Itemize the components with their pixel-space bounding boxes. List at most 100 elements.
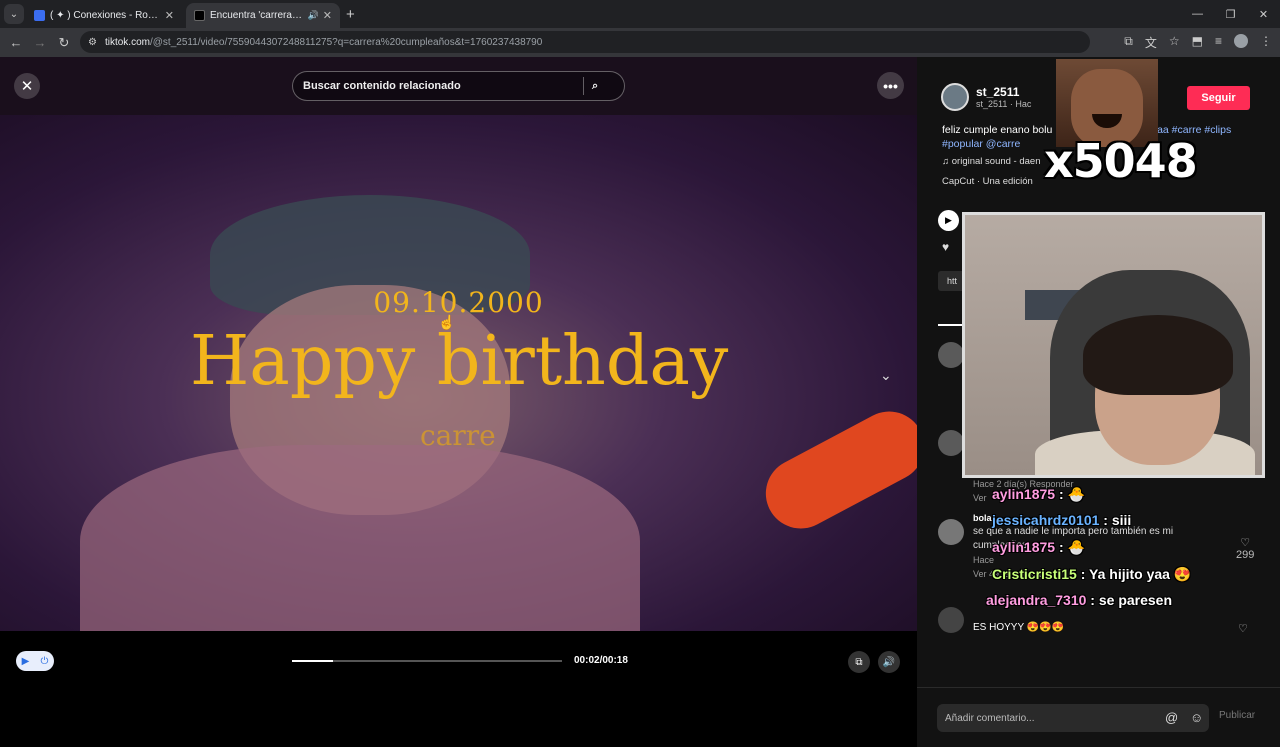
multiplier-overlay: x5048 — [1044, 134, 1198, 188]
comment-like-count: 299 — [1236, 549, 1255, 561]
chat-sep: : — [1055, 539, 1068, 555]
related-search-box[interactable]: ⌕ — [292, 71, 625, 101]
video-player[interactable]: 09.10.2000 Happy birthday carre ✕ ⌕ ••• … — [0, 57, 917, 687]
author-subtitle: st_2511 · Hac — [976, 99, 1032, 109]
chat-text: Ya hijito yaa 😍 — [1089, 566, 1192, 582]
chat-sep: : — [1055, 486, 1068, 502]
app-badge[interactable]: ▶ ⏻ — [16, 651, 54, 671]
search-icon[interactable]: ⌕ — [592, 80, 598, 93]
progress-bar[interactable] — [292, 660, 562, 662]
bookmark-star-icon[interactable]: ☆ — [1169, 34, 1180, 51]
comment-avatar[interactable] — [938, 607, 964, 633]
chat-text: 🐣 — [1067, 539, 1085, 555]
power-badge-icon: ⏻ — [40, 655, 49, 667]
reload-icon[interactable]: ↻ — [52, 35, 76, 51]
chat-text: se paresen — [1098, 592, 1173, 608]
chat-sep: : — [1086, 592, 1099, 608]
time-display: 00:02/00:18 — [574, 655, 628, 666]
chat-sep: : — [1099, 512, 1112, 528]
last-comment-text: ES HOYYY 😍😍😍 — [973, 622, 1065, 633]
heart-icon[interactable]: ♥ — [942, 240, 949, 254]
chat-text: 🐣 — [1067, 486, 1085, 502]
follow-button[interactable]: Seguir — [1187, 86, 1250, 110]
site-info-icon[interactable]: ⚙ — [88, 37, 97, 48]
menu-kebab-icon[interactable]: ⋮ — [1260, 34, 1272, 51]
chevron-down-icon[interactable]: ⌄ — [4, 4, 24, 24]
webcam-overlay — [962, 212, 1265, 478]
emoji-icon[interactable]: ☺ — [1190, 710, 1203, 725]
video-overlay-name: carre — [420, 419, 496, 452]
progress-fill — [292, 660, 333, 662]
roblox-icon — [34, 10, 45, 21]
capcut-link[interactable]: CapCut · Una edición — [942, 176, 1033, 187]
video-overlay-title: Happy birthday — [190, 322, 729, 401]
sound-link[interactable]: ♫ original sound - daen — [942, 156, 1041, 167]
comment-avatar[interactable] — [938, 342, 964, 368]
window-controls: — ❐ ✕ — [1181, 0, 1280, 28]
chat-text: siii — [1111, 512, 1132, 528]
comment-avatar[interactable] — [938, 430, 964, 456]
extensions-icon[interactable]: ⬒ — [1192, 34, 1203, 51]
play-badge-icon: ▶ — [21, 655, 30, 667]
toolbar-icons: ⧉ 文 ☆ ⬒ ≡ ⋮ — [1124, 34, 1272, 51]
hashtag-popular[interactable]: #popular — [942, 138, 983, 150]
close-video-button[interactable]: ✕ — [14, 73, 40, 99]
comment-avatar[interactable] — [938, 519, 964, 545]
install-app-icon[interactable]: ⧉ — [1124, 34, 1133, 51]
more-options-button[interactable]: ••• — [877, 72, 904, 99]
back-icon[interactable]: ← — [4, 35, 28, 50]
chat-message: jessicahrdz0101 : siii — [992, 512, 1131, 528]
chat-user: jessicahrdz0101 — [992, 512, 1100, 528]
tab-tiktok[interactable]: Encuentra 'carrera cumpleaños 🔊 ✕ — [186, 3, 340, 28]
tab-roblox[interactable]: ( ✦ ) Conexiones - Roblox ✕ — [26, 3, 182, 28]
close-icon[interactable]: ✕ — [323, 9, 332, 22]
author-row[interactable]: st_2511 st_2511 · Hac — [941, 83, 1031, 111]
floating-player-icon[interactable]: ⧉ — [848, 651, 870, 673]
video-controls: ▶ ⏻ 00:02/00:18 ⧉ 🔊 — [0, 631, 917, 687]
address-bar-row: ← → ↻ ⚙ tiktok.com/@st_2511/video/755904… — [0, 28, 1280, 57]
hand-cursor-icon: ☝ — [438, 314, 456, 330]
tiktok-icon — [194, 10, 205, 21]
comment-like[interactable]: ♡ 299 — [1236, 536, 1254, 561]
chat-user: aylin1875 — [992, 539, 1056, 555]
mention-carre[interactable]: @carre — [986, 138, 1021, 150]
window-close-icon[interactable]: ✕ — [1247, 0, 1280, 28]
volume-icon[interactable]: 🔊 — [878, 651, 900, 673]
heart-outline-icon[interactable]: ♡ — [1236, 536, 1254, 549]
speaker-icon[interactable]: 🔊 — [308, 10, 319, 21]
author-avatar[interactable] — [941, 83, 969, 111]
chat-sep: : — [1076, 566, 1090, 582]
chat-message: aylin1875 : 🐣 — [992, 486, 1085, 503]
url-field[interactable]: ⚙ tiktok.com/@st_2511/video/755904430724… — [80, 31, 1090, 53]
chat-message: alejandra_7310 : se paresen — [986, 592, 1172, 608]
chat-user: alejandra_7310 — [986, 592, 1087, 608]
minimize-icon[interactable]: — — [1181, 0, 1214, 28]
next-video-chevron-icon[interactable]: ⌄ — [880, 367, 892, 384]
publish-button[interactable]: Publicar — [1219, 710, 1255, 721]
profile-avatar[interactable] — [1234, 34, 1248, 48]
search-divider — [583, 77, 584, 95]
close-icon[interactable]: ✕ — [165, 9, 174, 22]
chat-user: aylin1875 — [992, 486, 1056, 502]
url-path: /@st_2511/video/7559044307248811275?q=ca… — [149, 36, 543, 48]
new-tab-button[interactable]: + — [346, 6, 355, 23]
restore-icon[interactable]: ❐ — [1214, 0, 1247, 28]
comments-tab-indicator — [938, 324, 962, 326]
chat-message: aylin1875 : 🐣 — [992, 539, 1085, 556]
tab-title: ( ✦ ) Conexiones - Roblox — [50, 10, 161, 21]
browser-tab-bar: ⌄ ( ✦ ) Conexiones - Roblox ✕ Encuentra … — [0, 0, 1280, 28]
media-control-icon[interactable]: ≡ — [1215, 34, 1222, 51]
forward-icon[interactable]: → — [28, 35, 52, 50]
related-search-input[interactable] — [303, 80, 583, 92]
play-icon[interactable]: ▶ — [938, 210, 959, 231]
heart-outline-icon[interactable]: ♡ — [1238, 622, 1248, 635]
author-name[interactable]: st_2511 — [976, 85, 1031, 99]
mention-icon[interactable]: @ — [1165, 710, 1178, 725]
translate-icon[interactable]: 文 — [1145, 34, 1157, 51]
video-microphone — [753, 399, 917, 541]
video-overlay-date: 09.10.2000 — [373, 286, 544, 319]
webcam-hair — [1083, 315, 1233, 395]
chat-message: Cristicristi15 : Ya hijito yaa 😍 — [992, 566, 1191, 583]
tab-title: Encuentra 'carrera cumpleaños — [210, 10, 305, 21]
chat-user: Cristicristi15 — [992, 566, 1077, 582]
